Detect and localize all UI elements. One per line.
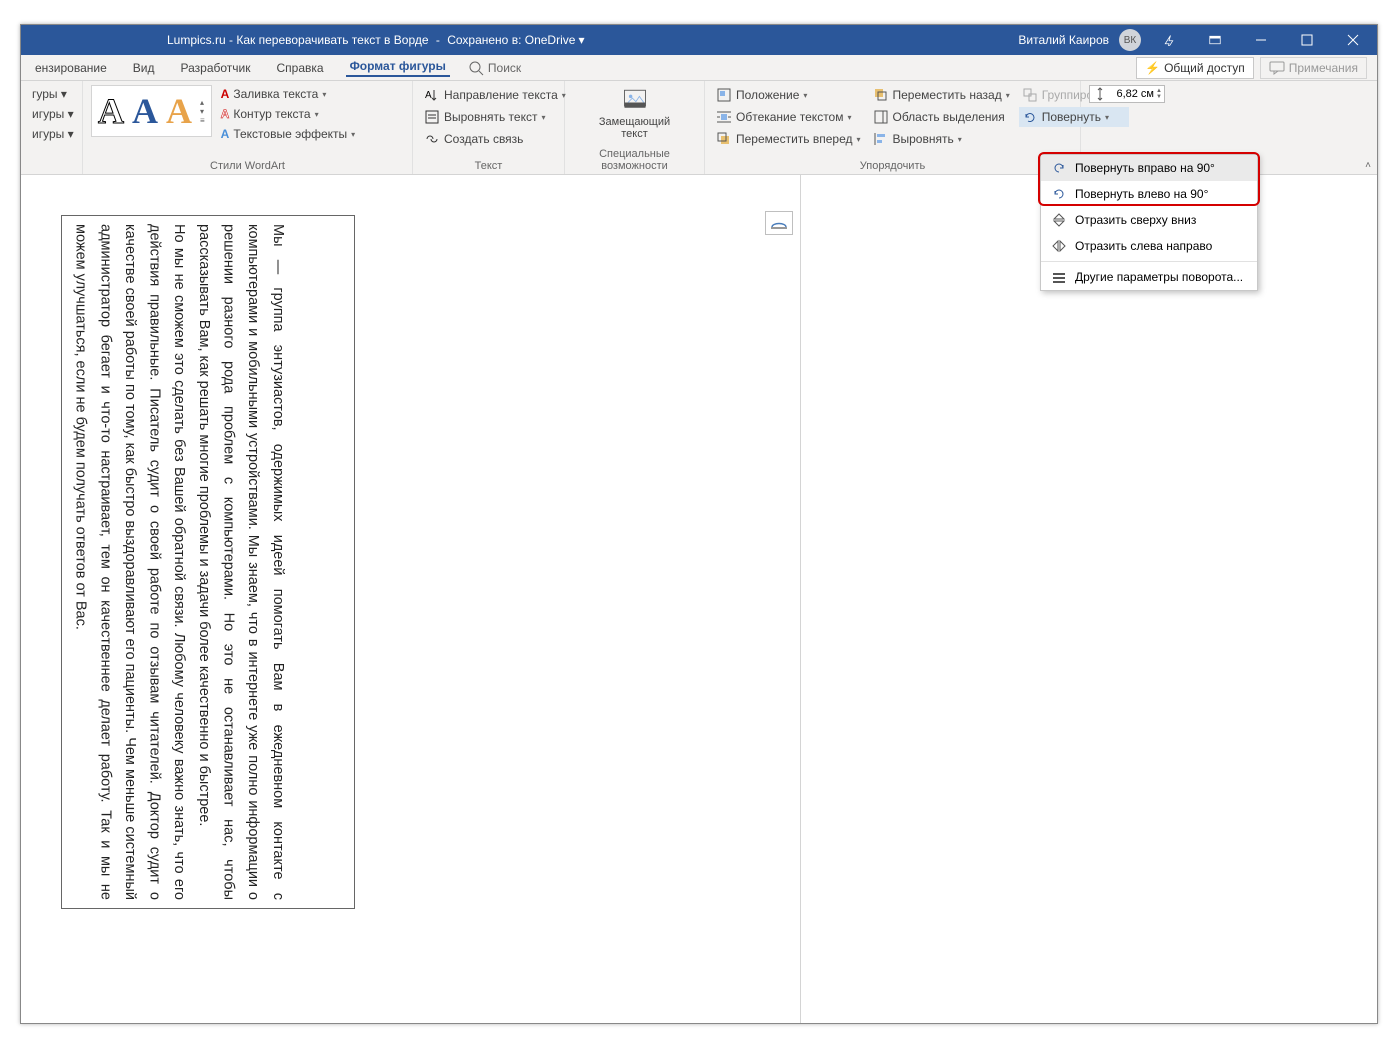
- text-fill-icon: A: [221, 87, 230, 101]
- close-button[interactable]: [1335, 25, 1371, 55]
- align-icon: [873, 131, 889, 147]
- tab-view[interactable]: Вид: [129, 61, 159, 75]
- bring-forward-icon: [716, 131, 732, 147]
- group-shapes-partial: гуры ▾ игуры ▾ игуры ▾: [21, 81, 83, 174]
- rotate-left-icon: [1051, 186, 1067, 202]
- rotate-right-90-item[interactable]: Повернуть вправо на 90°: [1041, 155, 1257, 181]
- group-arrange: Положение▾ Обтекание текстом▾ Переместит…: [705, 81, 1081, 174]
- saved-to-label: Сохранено в:: [447, 33, 521, 47]
- comments-button[interactable]: Примечания: [1260, 57, 1367, 79]
- alt-text-button[interactable]: Замещающий текст: [612, 85, 658, 140]
- group-wordart: A A A ▴▾≡ AЗаливка текста▾ AКонтур текст…: [83, 81, 413, 174]
- send-backward-icon: [873, 87, 889, 103]
- wordart-gallery[interactable]: A A A ▴▾≡: [91, 85, 212, 137]
- tab-shape-format[interactable]: Формат фигуры: [346, 59, 450, 77]
- text-group-label: Текст: [421, 159, 556, 172]
- flip-vertical-item[interactable]: Отразить сверху вниз: [1041, 207, 1257, 233]
- create-link-button[interactable]: Создать связь: [421, 129, 569, 149]
- shapes-btn-1[interactable]: гуры ▾: [29, 85, 77, 103]
- text-effects-icon: A: [221, 127, 230, 141]
- group-text: AНаправление текста▾ Выровнять текст▾ Со…: [413, 81, 565, 174]
- text-box-content[interactable]: Мы — группа энтузиастов, одержимых идеей…: [68, 224, 290, 900]
- search-box[interactable]: Поиск: [468, 60, 521, 76]
- more-options-icon: [1051, 269, 1067, 285]
- position-icon: [716, 87, 732, 103]
- height-input[interactable]: ▲▼: [1089, 85, 1165, 103]
- ribbon-tabs: ензирование Вид Разработчик Справка Форм…: [21, 55, 1377, 81]
- group-accessibility: Замещающий текст Специальные возможности: [565, 81, 705, 174]
- effects-icon[interactable]: [1151, 25, 1187, 55]
- svg-text:A: A: [425, 90, 432, 101]
- wrap-text-icon: [716, 109, 732, 125]
- selection-pane-icon: [873, 109, 889, 125]
- text-effects-button[interactable]: AТекстовые эффекты▾: [218, 125, 359, 143]
- minimize-button[interactable]: [1243, 25, 1279, 55]
- selection-pane-button[interactable]: Область выделения: [870, 107, 1013, 127]
- layout-options-icon: [770, 216, 788, 230]
- share-icon: ⚡: [1145, 61, 1160, 75]
- titlebar: Lumpics.ru - Как переворачивать текст в …: [21, 25, 1377, 55]
- rotate-icon: [1022, 109, 1038, 125]
- alt-text-icon: [621, 85, 649, 113]
- maximize-button[interactable]: [1289, 25, 1325, 55]
- collapse-ribbon-icon[interactable]: ˄: [1365, 160, 1371, 171]
- wordart-style-1[interactable]: A: [98, 90, 124, 132]
- group-icon: [1022, 87, 1038, 103]
- rotate-left-90-item[interactable]: Повернуть влево на 90°: [1041, 181, 1257, 207]
- share-button[interactable]: ⚡ Общий доступ: [1136, 57, 1254, 79]
- comment-icon: [1269, 60, 1285, 76]
- height-icon: [1092, 86, 1108, 102]
- flip-horizontal-item[interactable]: Отразить слева направо: [1041, 233, 1257, 259]
- wordart-style-2[interactable]: A: [132, 90, 158, 132]
- dropdown-separator: [1041, 261, 1257, 262]
- rotate-right-icon: [1051, 160, 1067, 176]
- page-boundary: [800, 175, 801, 1023]
- align-text-button[interactable]: Выровнять текст▾: [421, 107, 569, 127]
- bring-forward-button[interactable]: Переместить вперед▾: [713, 129, 864, 149]
- text-direction-button[interactable]: AНаправление текста▾: [421, 85, 569, 105]
- avatar[interactable]: ВК: [1119, 29, 1141, 51]
- tab-review[interactable]: ензирование: [31, 61, 111, 75]
- text-fill-button[interactable]: AЗаливка текста▾: [218, 85, 359, 103]
- shapes-btn-2[interactable]: игуры ▾: [29, 105, 77, 123]
- accessibility-group-label: Специальные возможности: [573, 147, 696, 172]
- tab-developer[interactable]: Разработчик: [177, 61, 255, 75]
- gallery-more-icon[interactable]: ▴▾≡: [200, 98, 205, 125]
- tab-help[interactable]: Справка: [272, 61, 327, 75]
- height-field[interactable]: [1110, 88, 1154, 100]
- flip-vertical-icon: [1051, 212, 1067, 228]
- position-button[interactable]: Положение▾: [713, 85, 864, 105]
- send-backward-button[interactable]: Переместить назад▾: [870, 85, 1013, 105]
- paragraph-1: Мы — группа энтузиастов, одержимых идеей…: [191, 224, 290, 900]
- rotate-dropdown: Повернуть вправо на 90° Повернуть влево …: [1040, 154, 1258, 291]
- user-name[interactable]: Виталий Каиров: [1018, 33, 1109, 47]
- onedrive-location[interactable]: OneDrive ▾: [525, 33, 585, 47]
- more-rotation-options-item[interactable]: Другие параметры поворота...: [1041, 264, 1257, 290]
- chevron-down-icon: ▾: [578, 33, 584, 47]
- wordart-style-3[interactable]: A: [166, 90, 192, 132]
- search-icon: [468, 60, 484, 76]
- document-title: Lumpics.ru - Как переворачивать текст в …: [167, 33, 429, 47]
- height-spinner[interactable]: ▲▼: [1156, 88, 1162, 100]
- paragraph-2: Но мы не сможем это сделать без Вашей об…: [68, 224, 191, 900]
- text-box-shape[interactable]: Мы — группа энтузиастов, одержимых идеей…: [61, 215, 355, 909]
- link-icon: [424, 131, 440, 147]
- shapes-btn-3[interactable]: игуры ▾: [29, 125, 77, 143]
- document-area[interactable]: Мы — группа энтузиастов, одержимых идеей…: [21, 175, 1377, 1023]
- text-outline-button[interactable]: AКонтур текста▾: [218, 105, 359, 123]
- layout-options-button[interactable]: [765, 211, 793, 235]
- align-button[interactable]: Выровнять▾: [870, 129, 1013, 149]
- flip-horizontal-icon: [1051, 238, 1067, 254]
- wrap-text-button[interactable]: Обтекание текстом▾: [713, 107, 864, 127]
- text-outline-icon: A: [221, 107, 230, 121]
- arrange-group-label: Упорядочить: [713, 159, 1072, 172]
- align-text-icon: [424, 109, 440, 125]
- ribbon-display-icon[interactable]: [1197, 25, 1233, 55]
- text-direction-icon: A: [424, 87, 440, 103]
- wordart-group-label: Стили WordArt: [91, 159, 404, 172]
